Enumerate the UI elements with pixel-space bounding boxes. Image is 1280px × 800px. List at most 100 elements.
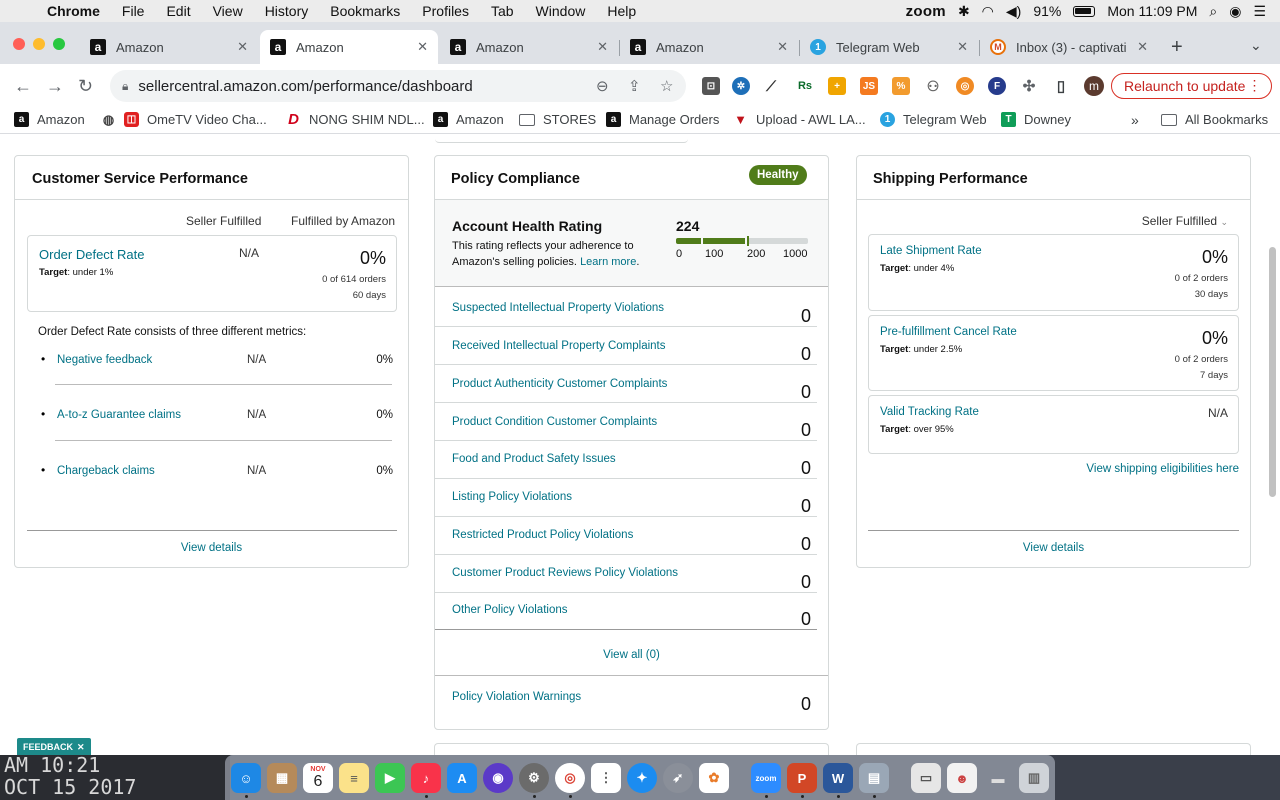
close-tab-icon[interactable]: ✕ [237, 39, 248, 55]
violation-link[interactable]: Food and Product Safety Issues [452, 453, 616, 465]
spotlight-search-icon[interactable]: ⌕ [1209, 3, 1217, 20]
menu-file[interactable]: File [111, 3, 156, 19]
file-icon[interactable]: ▭ [911, 763, 941, 793]
battery-icon[interactable] [1073, 5, 1096, 17]
chrome-icon[interactable]: ◎ [555, 763, 585, 793]
trash-icon[interactable]: ▥ [1019, 763, 1049, 793]
system-preferences-icon[interactable]: ⚙ [519, 763, 549, 793]
coupon-extension-icon[interactable]: ⊡ [702, 77, 720, 95]
extension-rs-icon[interactable]: Rs [796, 77, 814, 95]
tab-gmail-inbox[interactable]: M Inbox (3) - captivati ✕ [980, 30, 1158, 64]
zoom-window-icon[interactable] [53, 38, 65, 50]
shipping-eligibilities-link[interactable]: View shipping eligibilities here [1086, 463, 1239, 475]
siri-menu-icon[interactable]: ◉ [1229, 3, 1241, 20]
safari-icon[interactable]: ✦ [627, 763, 657, 793]
all-bookmarks-folder[interactable]: All Bookmarks [1161, 112, 1268, 127]
lock-icon[interactable]: 🔒︎ [122, 79, 128, 94]
forward-arrow-icon[interactable]: → [46, 76, 64, 97]
view-details-link[interactable]: View details [857, 542, 1250, 554]
profile-avatar[interactable]: m [1084, 76, 1104, 96]
siri-icon[interactable]: ◉ [483, 763, 513, 793]
violation-link[interactable]: Product Condition Customer Complaints [452, 416, 657, 428]
calendar-icon[interactable]: NOV 6 [303, 763, 333, 793]
close-tab-icon[interactable]: ✕ [417, 39, 428, 55]
extension-circle-icon[interactable]: ◎ [956, 77, 974, 95]
bluetooth-icon[interactable]: ✱ [958, 3, 970, 20]
menu-app-name[interactable]: Chrome [36, 3, 111, 19]
extension-f-icon[interactable]: F [988, 77, 1006, 95]
reload-icon[interactable]: ↻ [78, 76, 93, 97]
back-arrow-icon[interactable]: ← [14, 76, 32, 97]
close-tab-icon[interactable]: ✕ [597, 39, 608, 55]
menu-profiles[interactable]: Profiles [411, 3, 480, 19]
relaunch-to-update-button[interactable]: Relaunch to update ⋮ [1111, 73, 1273, 99]
control-center-icon[interactable]: ☰ [1253, 3, 1266, 20]
wifi-icon[interactable]: ◠ [982, 3, 994, 20]
more-vert-icon[interactable]: ⋮ [1247, 77, 1261, 94]
view-all-violations-link[interactable]: View all (0) [435, 649, 828, 661]
share-icon[interactable]: ⇪ [628, 77, 641, 95]
rocket-icon[interactable]: ➶ [663, 763, 693, 793]
bookmark-amazon[interactable]: a Amazon [14, 112, 85, 127]
view-details-link[interactable]: View details [15, 542, 408, 554]
tab-amazon-4[interactable]: a Amazon ✕ [620, 30, 798, 64]
app-store-icon[interactable]: A [447, 763, 477, 793]
menu-tab[interactable]: Tab [480, 3, 525, 19]
line-icon[interactable]: ▬ [983, 763, 1013, 793]
close-tab-icon[interactable]: ✕ [777, 39, 788, 55]
feedback-button[interactable]: FEEDBACK ✕ [17, 738, 91, 756]
photos-icon[interactable]: ✿ [699, 763, 729, 793]
facetime-icon[interactable]: ▶ [375, 763, 405, 793]
close-tab-icon[interactable]: ✕ [1137, 39, 1148, 55]
valid-tracking-rate-link[interactable]: Valid Tracking Rate [880, 406, 979, 418]
extension-leaf-icon[interactable]: ⟋ [762, 77, 780, 95]
atoz-claims-link[interactable]: A-to-z Guarantee claims [57, 409, 181, 421]
preview-icon[interactable]: ▤ [859, 763, 889, 793]
violation-link[interactable]: Customer Product Reviews Policy Violatio… [452, 567, 678, 579]
menu-view[interactable]: View [202, 3, 254, 19]
new-tab-icon[interactable]: + [1171, 36, 1183, 59]
music-icon[interactable]: ♪ [411, 763, 441, 793]
bookmark-star-icon[interactable]: ☆ [660, 77, 673, 95]
tab-amazon-3[interactable]: a Amazon ✕ [440, 30, 618, 64]
bookmark-nong-shim[interactable]: D NONG SHIM NDL... [286, 111, 425, 128]
volume-icon[interactable]: ◀) [1006, 3, 1021, 20]
more-bookmarks-chevron-icon[interactable]: » [1131, 112, 1139, 128]
page-scrollbar[interactable] [1269, 247, 1276, 497]
violation-link[interactable]: Received Intellectual Property Complaint… [452, 340, 666, 352]
extension-off-icon[interactable]: % [892, 77, 910, 95]
tab-amazon-active[interactable]: a Amazon ✕ [260, 30, 438, 64]
extension-plus-icon[interactable]: + [828, 77, 846, 95]
violation-link[interactable]: Restricted Product Policy Violations [452, 529, 633, 541]
menu-edit[interactable]: Edit [155, 3, 201, 19]
cancel-rate-link[interactable]: Pre-fulfillment Cancel Rate [880, 326, 1017, 338]
close-icon[interactable]: ✕ [77, 742, 85, 753]
extension-globe-icon[interactable]: ✲ [732, 77, 750, 95]
clock[interactable]: Mon 11:09 PM [1107, 3, 1197, 19]
powerpoint-icon[interactable]: P [787, 763, 817, 793]
bookmark-manage-orders[interactable]: a Manage Orders [606, 112, 719, 127]
notes-icon[interactable]: ≡ [339, 763, 369, 793]
bookmark-ometv[interactable]: ◍ ◫ OmeTV Video Cha... [101, 112, 267, 127]
launchpad-icon[interactable]: ▦ [267, 763, 297, 793]
violation-link[interactable]: Listing Policy Violations [452, 491, 572, 503]
address-bar[interactable]: 🔒︎ sellercentral.amazon.com/performance/… [110, 70, 686, 102]
bookmark-amazon-2[interactable]: a Amazon [433, 112, 504, 127]
menu-help[interactable]: Help [596, 3, 647, 19]
extension-js-icon[interactable]: JS [860, 77, 878, 95]
menu-bookmarks[interactable]: Bookmarks [319, 3, 411, 19]
tab-search-chevron-icon[interactable]: ⌄ [1250, 37, 1262, 54]
zoom-icon[interactable]: zoom [751, 763, 781, 793]
reminders-icon[interactable]: ⋮ [591, 763, 621, 793]
fulfillment-filter-dropdown[interactable]: Seller Fulfilled ⌄ [1142, 214, 1228, 228]
learn-more-link[interactable]: Learn more [580, 256, 636, 268]
zoom-status-item[interactable]: zoom [906, 3, 946, 20]
menu-window[interactable]: Window [525, 3, 597, 19]
minimize-window-icon[interactable] [33, 38, 45, 50]
negative-feedback-link[interactable]: Negative feedback [57, 354, 152, 366]
zoom-lens-icon[interactable]: ⊖ [596, 77, 609, 95]
battery-percent[interactable]: 91% [1033, 3, 1061, 19]
side-panel-icon[interactable]: ▯ [1052, 77, 1070, 95]
extensions-puzzle-icon[interactable]: ✣ [1020, 77, 1038, 95]
finder-icon[interactable]: ☺ [231, 763, 261, 793]
